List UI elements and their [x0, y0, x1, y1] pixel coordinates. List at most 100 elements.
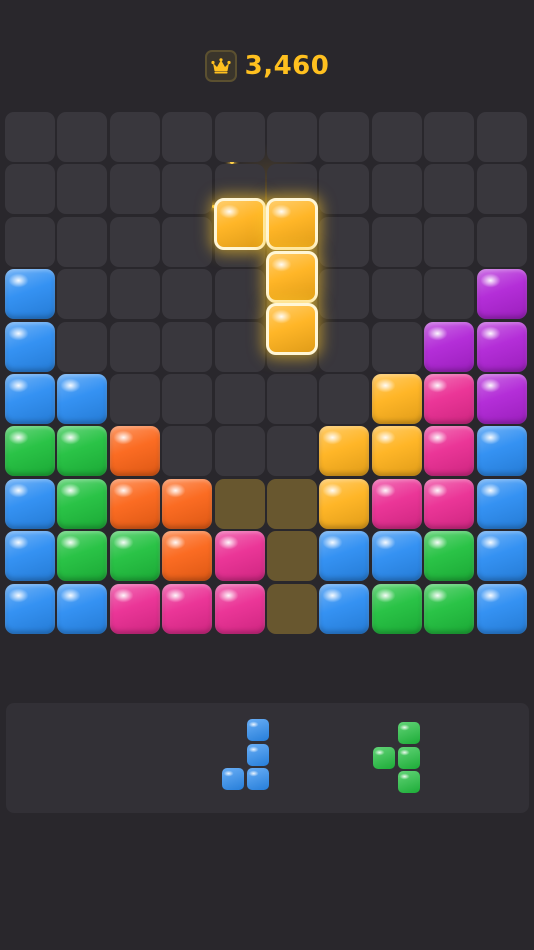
- empty-cell: [214, 321, 265, 372]
- blue-block: [319, 583, 370, 634]
- blue-block: [57, 583, 108, 634]
- pink-block: [424, 478, 475, 529]
- blue-block: [5, 374, 55, 424]
- empty-cell: [319, 374, 370, 424]
- blue-block: [5, 269, 55, 320]
- green-block: [5, 426, 55, 477]
- pink-block: [371, 478, 422, 529]
- empty-cell: [214, 269, 265, 320]
- pink-block: [424, 374, 475, 424]
- blue-block: [476, 478, 527, 529]
- empty-cell: [371, 321, 422, 372]
- blue-block: [5, 478, 55, 529]
- empty-cell: [267, 426, 317, 477]
- empty-cell: [5, 164, 55, 215]
- ghost-cell: [214, 478, 265, 529]
- yellow-block: [319, 426, 370, 477]
- empty-cell: [476, 112, 527, 162]
- active-piece-block[interactable]: [266, 303, 318, 356]
- crown-icon: [204, 50, 237, 82]
- active-piece-block[interactable]: [266, 198, 318, 251]
- active-piece-block[interactable]: [266, 250, 318, 303]
- empty-cell: [109, 216, 160, 267]
- empty-cell: [57, 112, 108, 162]
- blue-block: [476, 426, 527, 477]
- empty-cell: [162, 269, 213, 320]
- blue-block: [57, 374, 108, 424]
- yellow-block: [371, 426, 422, 477]
- blue-block: [5, 531, 55, 582]
- blue-block: [476, 531, 527, 582]
- blue-mini-block: [246, 743, 269, 766]
- empty-cell: [57, 164, 108, 215]
- green-mini-block: [397, 722, 420, 744]
- purple-block: [476, 374, 527, 424]
- orange-block: [109, 478, 160, 529]
- empty-cell: [57, 321, 108, 372]
- pink-block: [424, 426, 475, 477]
- empty-cell: [162, 426, 213, 477]
- blue-mini-block: [246, 719, 269, 741]
- empty-cell: [5, 112, 55, 162]
- green-block: [57, 478, 108, 529]
- yellow-block: [371, 374, 422, 424]
- green-block: [109, 531, 160, 582]
- pink-block: [214, 531, 265, 582]
- green-mini-block: [373, 746, 395, 769]
- empty-cell: [319, 164, 370, 215]
- orange-block: [162, 531, 213, 582]
- pink-block: [109, 583, 160, 634]
- blue-mini-block: [246, 768, 269, 790]
- empty-cell: [424, 164, 475, 215]
- green-mini-block: [397, 746, 420, 769]
- pink-block: [162, 583, 213, 634]
- blue-block: [476, 583, 527, 634]
- purple-block: [476, 321, 527, 372]
- empty-cell: [319, 321, 370, 372]
- purple-block: [424, 321, 475, 372]
- empty-cell: [319, 269, 370, 320]
- empty-cell: [214, 426, 265, 477]
- empty-cell: [162, 112, 213, 162]
- empty-cell: [109, 164, 160, 215]
- orange-block: [109, 426, 160, 477]
- empty-cell: [319, 112, 370, 162]
- empty-cell: [371, 216, 422, 267]
- green-mini-block: [397, 771, 420, 793]
- green-block: [424, 531, 475, 582]
- empty-cell: [214, 112, 265, 162]
- purple-block: [476, 269, 527, 320]
- empty-cell: [5, 216, 55, 267]
- empty-cell: [371, 269, 422, 320]
- empty-cell: [109, 269, 160, 320]
- piece-tray: [6, 703, 529, 813]
- green-block: [371, 583, 422, 634]
- empty-cell: [424, 269, 475, 320]
- active-piece-block[interactable]: [213, 198, 266, 251]
- green-block: [57, 426, 108, 477]
- empty-cell: [109, 374, 160, 424]
- ghost-cell: [267, 583, 317, 634]
- empty-cell: [371, 112, 422, 162]
- blue-block: [371, 531, 422, 582]
- empty-cell: [424, 112, 475, 162]
- score-value: 3,460: [244, 51, 330, 81]
- game-board[interactable]: [5, 112, 529, 638]
- empty-cell: [371, 164, 422, 215]
- empty-cell: [57, 216, 108, 267]
- empty-cell: [57, 269, 108, 320]
- blue-block: [319, 531, 370, 582]
- empty-cell: [214, 374, 265, 424]
- green-block: [424, 583, 475, 634]
- empty-cell: [109, 321, 160, 372]
- ghost-cell: [267, 478, 317, 529]
- empty-cell: [162, 374, 213, 424]
- empty-cell: [162, 164, 213, 215]
- blue-block: [5, 583, 55, 634]
- orange-block: [162, 478, 213, 529]
- blue-block: [5, 321, 55, 372]
- empty-cell: [424, 216, 475, 267]
- green-block: [57, 531, 108, 582]
- score-bar: 3,460: [0, 44, 534, 88]
- ghost-cell: [267, 531, 317, 582]
